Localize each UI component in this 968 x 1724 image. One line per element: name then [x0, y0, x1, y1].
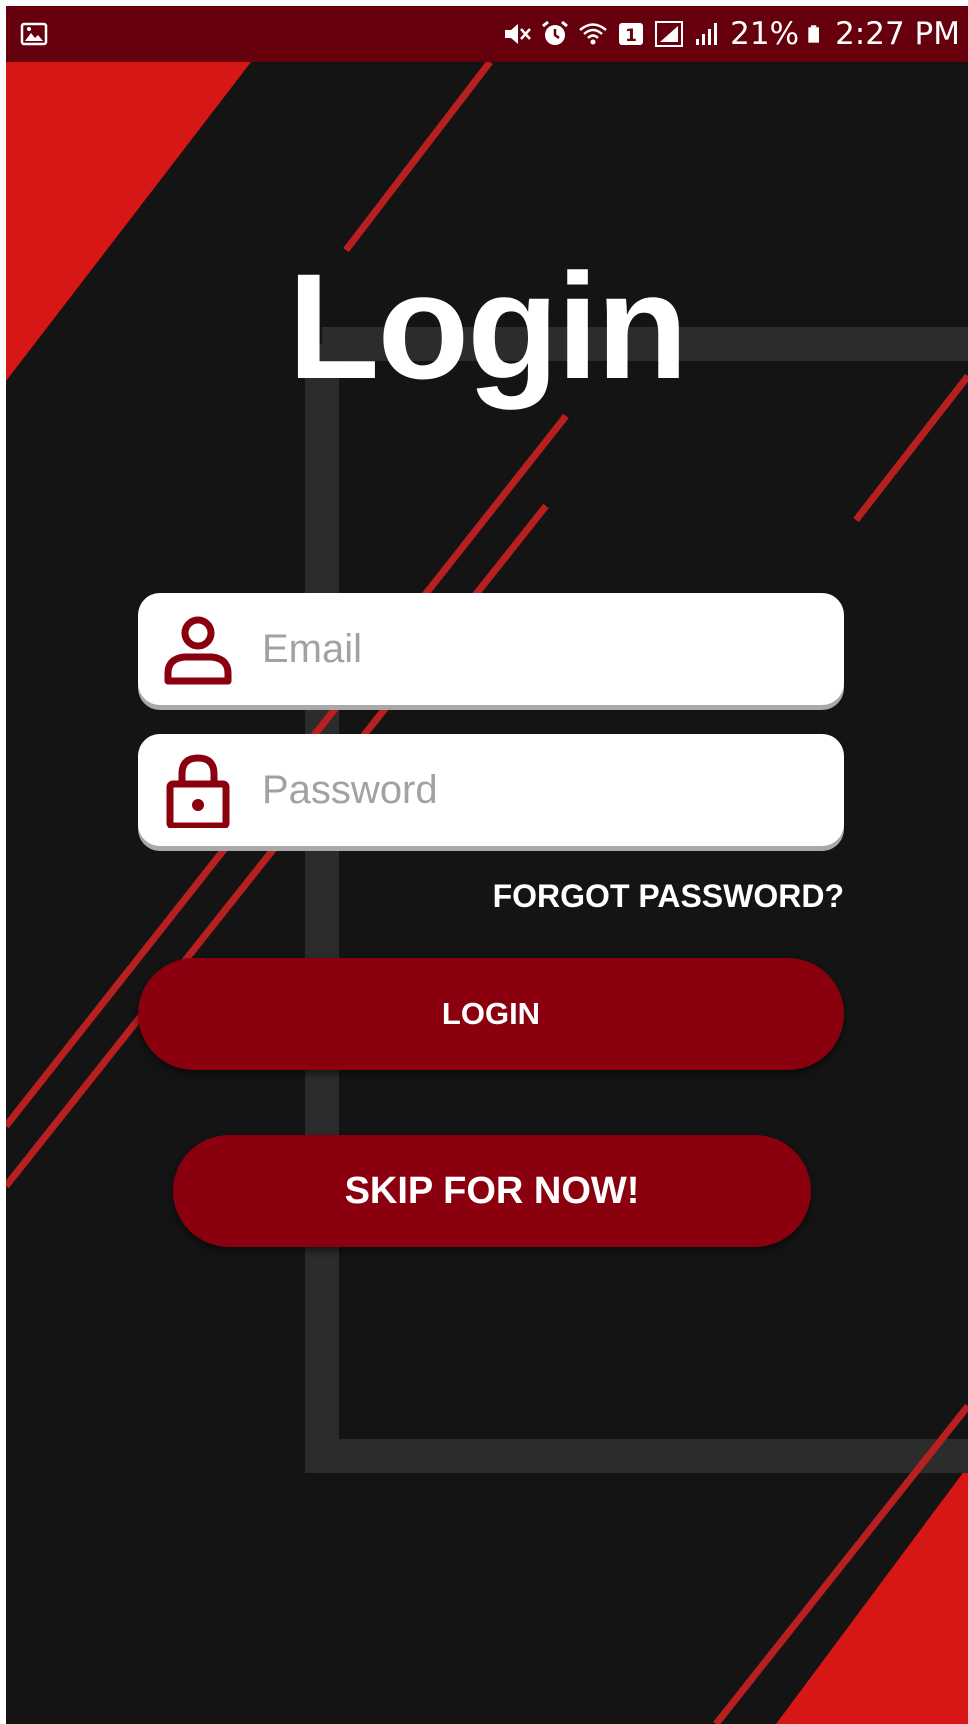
status-time: 2:27 PM: [835, 16, 960, 52]
person-icon: [164, 616, 232, 685]
battery-percent: 21%: [730, 16, 800, 52]
gallery-icon: [20, 22, 48, 46]
mute-icon: [505, 24, 532, 44]
battery-icon: [808, 25, 820, 43]
email-input[interactable]: [262, 613, 822, 685]
svg-text:1: 1: [625, 26, 637, 46]
sim-1-icon: 1: [619, 23, 644, 46]
password-field[interactable]: [138, 734, 844, 846]
password-input[interactable]: [262, 754, 822, 826]
lock-icon: [166, 754, 230, 828]
alarm-icon: [542, 20, 569, 45]
status-bar: 1 21% 2:27 PM: [6, 6, 968, 62]
login-button[interactable]: LOGIN: [138, 958, 844, 1070]
email-field[interactable]: [138, 593, 844, 705]
skip-for-now-button[interactable]: SKIP FOR NOW!: [173, 1135, 811, 1247]
page-title: Login: [287, 242, 688, 410]
signal-bars-icon: [655, 21, 684, 47]
forgot-password-link[interactable]: FORGOT PASSWORD?: [493, 878, 844, 915]
signal-bars-icon: [696, 23, 718, 45]
status-icons: 1 21% 2:27 PM: [502, 6, 960, 62]
wifi-icon: [579, 23, 607, 45]
login-screen: 1 21% 2:27 PM Login Email FORGOT PASSWOR…: [6, 6, 968, 1724]
